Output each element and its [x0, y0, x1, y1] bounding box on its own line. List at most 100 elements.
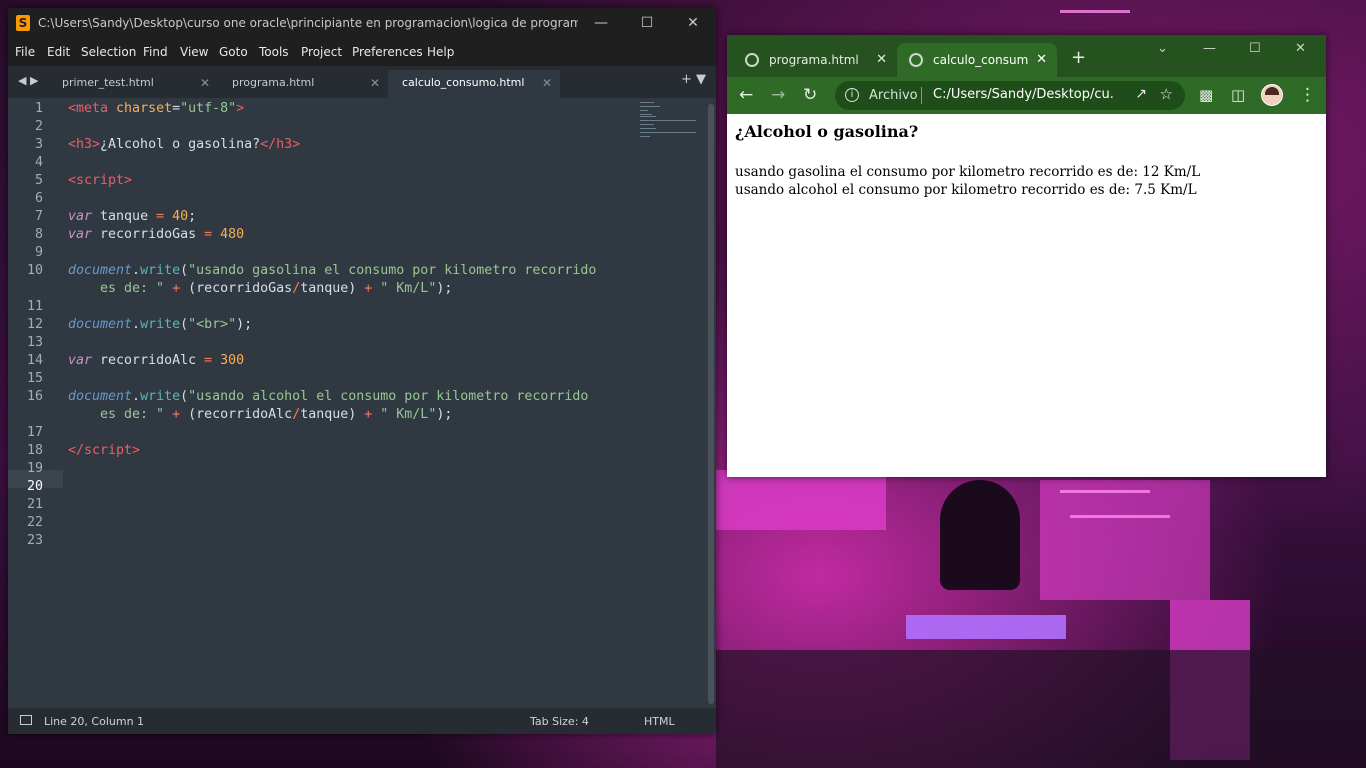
- browser-tab-strip: programa.html ✕ calculo_consumo.l ✕ + ⌄ …: [727, 35, 1326, 77]
- menu-file[interactable]: File: [15, 45, 35, 59]
- tab-label: programa.html: [232, 76, 315, 89]
- code-line: <script>: [68, 173, 133, 188]
- tab-label: primer_test.html: [62, 76, 154, 89]
- maximize-button[interactable]: ☐: [1249, 41, 1261, 56]
- line-number: 2: [34, 119, 43, 134]
- close-tab-icon[interactable]: ✕: [542, 70, 552, 96]
- line-number: 12: [26, 317, 43, 332]
- line-number: 3: [34, 137, 43, 152]
- close-tab-icon[interactable]: ✕: [200, 70, 210, 96]
- browser-toolbar: ← → ↻ i Archivo C:/Users/Sandy/Desktop/c…: [727, 77, 1326, 114]
- line-number: 10: [26, 263, 43, 278]
- wallpaper-neon-line: [1060, 10, 1130, 13]
- profile-avatar[interactable]: [1261, 84, 1283, 106]
- tab-bar: ◀ ▶ primer_test.html ✕ programa.html ✕ c…: [8, 66, 716, 98]
- line-number: 1: [34, 101, 43, 116]
- menu-goto[interactable]: Goto: [219, 45, 248, 59]
- code-line: es de: " + (recorridoGas/tanque) + " Km/…: [68, 281, 453, 296]
- code-line: <meta charset="utf-8">: [68, 101, 245, 116]
- chrome-browser-window: programa.html ✕ calculo_consumo.l ✕ + ⌄ …: [727, 35, 1326, 477]
- browser-tab-programa[interactable]: programa.html ✕: [733, 43, 897, 77]
- output-line-alcohol: usando alcohol el consumo por kilometro …: [735, 182, 1197, 198]
- maximize-button[interactable]: ☐: [624, 8, 670, 38]
- line-number: 22: [26, 515, 43, 530]
- line-number: 19: [26, 461, 43, 476]
- close-tab-icon[interactable]: ✕: [876, 43, 887, 77]
- line-number: 16: [26, 389, 43, 404]
- output-line-gasolina: usando gasolina el consumo por kilometro…: [735, 164, 1201, 180]
- close-button[interactable]: ✕: [670, 8, 716, 38]
- tab-programa[interactable]: programa.html ✕: [218, 70, 388, 98]
- wallpaper-neon-sign: [906, 615, 1066, 639]
- sublime-logo-icon: S: [16, 15, 30, 31]
- menu-edit[interactable]: Edit: [47, 45, 70, 59]
- wallpaper-neon-line: [1070, 515, 1170, 518]
- reload-icon[interactable]: ↻: [803, 85, 817, 105]
- line-number: 23: [26, 533, 43, 548]
- code-editor[interactable]: 1 2 3 4 5 6 7 8 9 10 11 12 13 14 15 16 17 18 19 20 21 22 23 <m…: [8, 98, 716, 708]
- code-line: document.write("<br>");: [68, 317, 253, 332]
- back-arrow-icon[interactable]: ←: [739, 85, 753, 105]
- page-content: ¿Alcohol o gasolina? usando gasolina el …: [727, 114, 1326, 477]
- minimize-button[interactable]: —: [578, 8, 624, 38]
- bookmark-star-icon[interactable]: ☆: [1160, 85, 1173, 103]
- globe-icon: [745, 53, 759, 67]
- browser-tab-calculo-consumo[interactable]: calculo_consumo.l ✕: [897, 43, 1057, 77]
- address-scheme-label: Archivo: [869, 88, 918, 103]
- tab-search-icon[interactable]: ⌄: [1157, 41, 1168, 56]
- wallpaper-cat-silhouette: [940, 480, 1020, 590]
- code-line: document.write("usando alcohol el consum…: [68, 389, 589, 404]
- line-number: 4: [34, 155, 43, 170]
- line-number: 17: [26, 425, 43, 440]
- more-menu-icon[interactable]: ⋮: [1299, 85, 1316, 105]
- menu-selection[interactable]: Selection: [81, 45, 136, 59]
- menu-project[interactable]: Project: [301, 45, 342, 59]
- syntax-mode[interactable]: HTML: [644, 715, 675, 728]
- close-tab-icon[interactable]: ✕: [370, 70, 380, 96]
- address-bar[interactable]: i Archivo C:/Users/Sandy/Desktop/cu... ↗…: [835, 81, 1185, 110]
- tab-nav-arrows-icon[interactable]: ◀ ▶: [18, 74, 38, 87]
- minimize-button[interactable]: —: [1203, 41, 1216, 56]
- line-number: 8: [34, 227, 43, 242]
- toggle-panel-icon[interactable]: [20, 715, 32, 725]
- tab-calculo-consumo[interactable]: calculo_consumo.html ✕: [388, 70, 560, 98]
- line-number: 9: [34, 245, 43, 260]
- tab-label: calculo_consumo.html: [402, 76, 525, 89]
- menu-help[interactable]: Help: [427, 45, 454, 59]
- line-number: 6: [34, 191, 43, 206]
- wallpaper-neon-line: [1060, 490, 1150, 493]
- title-bar: S C:\Users\Sandy\Desktop\curso one oracl…: [8, 8, 716, 38]
- menu-preferences[interactable]: Preferences: [352, 45, 423, 59]
- info-icon[interactable]: i: [845, 88, 859, 102]
- code-line: var tanque = 40;: [68, 209, 197, 224]
- new-tab-icon[interactable]: +: [1071, 49, 1086, 67]
- tab-size[interactable]: Tab Size: 4: [530, 715, 589, 728]
- code-line: var recorridoAlc = 300: [68, 353, 245, 368]
- wallpaper-neon-sign: [1040, 480, 1210, 600]
- line-number: 15: [26, 371, 43, 386]
- wallpaper-neon-sign: [716, 470, 886, 530]
- forward-arrow-icon[interactable]: →: [771, 85, 785, 105]
- page-heading: ¿Alcohol o gasolina?: [735, 122, 919, 141]
- browser-tab-label: programa.html: [769, 53, 859, 67]
- tab-primer-test[interactable]: primer_test.html ✕: [48, 70, 218, 98]
- close-button[interactable]: ✕: [1295, 41, 1306, 56]
- menu-find[interactable]: Find: [143, 45, 168, 59]
- menu-tools[interactable]: Tools: [259, 45, 289, 59]
- minimap[interactable]: [640, 102, 704, 142]
- cursor-position[interactable]: Line 20, Column 1: [44, 715, 144, 728]
- close-tab-icon[interactable]: ✕: [1036, 43, 1047, 77]
- new-tab-icon[interactable]: + ▼: [681, 72, 706, 87]
- status-bar: Line 20, Column 1 Tab Size: 4 HTML: [8, 708, 716, 734]
- side-panel-icon[interactable]: ◫: [1231, 85, 1245, 105]
- vertical-scrollbar[interactable]: [708, 104, 714, 704]
- code-line: var recorridoGas = 480: [68, 227, 245, 242]
- line-number: 14: [26, 353, 43, 368]
- share-icon[interactable]: ↗: [1135, 86, 1147, 102]
- menu-view[interactable]: View: [180, 45, 208, 59]
- line-number: 20: [26, 479, 43, 494]
- extensions-puzzle-icon[interactable]: ▩: [1199, 85, 1213, 105]
- sublime-text-window: S C:\Users\Sandy\Desktop\curso one oracl…: [8, 8, 716, 734]
- address-url[interactable]: C:/Users/Sandy/Desktop/cu...: [933, 87, 1113, 102]
- line-number: 13: [26, 335, 43, 350]
